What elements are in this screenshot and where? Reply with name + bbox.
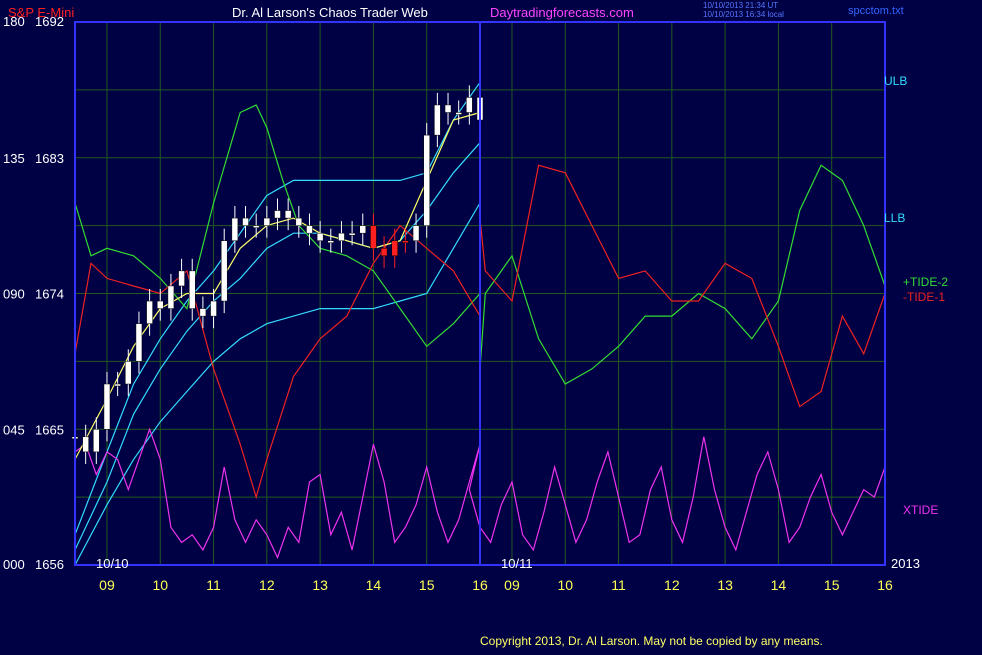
price-bar (263, 217, 271, 226)
price-bar (82, 436, 89, 453)
x-hour-label: 14 (366, 577, 382, 593)
y-tick-left: 045 (3, 422, 25, 437)
price-bar (103, 383, 111, 430)
price-bar (210, 300, 217, 317)
price-bar (199, 308, 207, 317)
date-label: 10/11 (501, 556, 533, 571)
x-hour-label: 16 (877, 577, 893, 593)
price-bar (391, 240, 398, 257)
price-bar (455, 112, 462, 115)
price-bar (157, 300, 164, 309)
price-bar (380, 248, 388, 257)
price-bar (93, 429, 100, 453)
timestamp-local: 10/10/2013 16:34 local (703, 10, 784, 19)
year-label: 2013 (891, 556, 920, 571)
price-bar (146, 300, 153, 324)
x-hour-label: 13 (717, 577, 733, 593)
x-hour-label: 16 (472, 577, 488, 593)
price-bar (327, 240, 335, 243)
price-bar (434, 104, 441, 136)
price-bar (359, 225, 367, 234)
website-label: Daytradingforecasts.com (490, 5, 634, 20)
price-bar (412, 225, 420, 241)
price-bar (466, 97, 473, 113)
llb-label: LLB (884, 211, 905, 225)
price-bar (125, 361, 132, 385)
price-bar (423, 134, 430, 226)
price-bar (284, 210, 292, 219)
price-bar (444, 104, 452, 113)
price-bar (178, 270, 185, 287)
xtide-label: XTIDE (903, 503, 938, 517)
x-hour-label: 15 (824, 577, 840, 593)
tide-plus-label: +TIDE-2 (903, 275, 948, 289)
x-hour-label: 15 (419, 577, 435, 593)
price-bar (295, 217, 303, 226)
price-bar (231, 217, 239, 241)
y-tick-left: 000 (3, 557, 25, 572)
x-hour-label: 10 (152, 577, 168, 593)
price-bar (338, 232, 345, 241)
y-tick-price: 1692 (35, 14, 64, 29)
x-hour-label: 10 (557, 577, 573, 593)
x-hour-label: 09 (99, 577, 115, 593)
plot-background (0, 0, 982, 650)
price-bar (316, 232, 324, 241)
price-bar (370, 225, 377, 249)
price-bar (114, 383, 121, 387)
y-tick-price: 1665 (35, 422, 64, 437)
y-tick-left: 090 (3, 287, 25, 302)
x-hour-label: 09 (504, 577, 520, 593)
y-tick-price: 1683 (35, 151, 64, 166)
x-hour-label: 12 (259, 577, 275, 593)
price-bar (252, 225, 260, 228)
x-hour-label: 12 (664, 577, 680, 593)
timestamp-ut: 10/10/2013 21:34 UT (703, 1, 778, 10)
price-bar (306, 225, 313, 234)
chart-title: Dr. Al Larson's Chaos Trader Web (232, 5, 428, 20)
x-hour-label: 14 (771, 577, 787, 593)
chart-canvas: S&P E-Mini Dr. Al Larson's Chaos Trader … (0, 0, 982, 650)
price-bar (135, 323, 143, 362)
ulb-label: ULB (884, 74, 907, 88)
y-tick-price: 1656 (35, 557, 64, 572)
x-hour-label: 11 (206, 577, 221, 593)
y-tick-price: 1674 (35, 287, 64, 302)
price-bar (242, 217, 249, 226)
x-hour-label: 13 (312, 577, 328, 593)
filename-label: spcctom.txt (848, 5, 904, 17)
price-bar (188, 270, 196, 309)
copyright-text: Copyright 2013, Dr. Al Larson. May not b… (480, 634, 823, 648)
x-hour-label: 11 (611, 577, 626, 593)
y-tick-left: 180 (3, 14, 25, 29)
price-bar (402, 240, 409, 243)
chaos-trader-chart: S&P E-Mini Dr. Al Larson's Chaos Trader … (0, 0, 982, 650)
y-tick-left: 135 (3, 151, 25, 166)
tide-minus-label: -TIDE-1 (903, 290, 945, 304)
price-bar (167, 285, 175, 309)
price-bar (348, 232, 356, 236)
price-bar (274, 210, 281, 219)
price-bar (220, 240, 228, 302)
date-label: 10/10 (96, 556, 129, 571)
